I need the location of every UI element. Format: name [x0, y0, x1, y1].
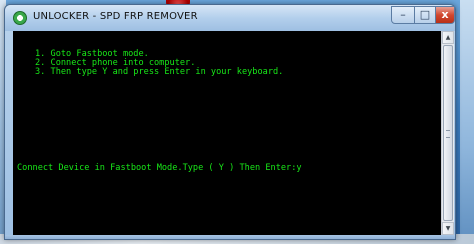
window-title: UNLOCKER - SPD FRP REMOVER [33, 11, 198, 22]
close-button[interactable]: x [435, 6, 455, 24]
scroll-up-arrow-icon[interactable]: ▲ [442, 31, 454, 44]
console-prompt-line: Connect Device in Fastboot Mode.Type ( Y… [17, 163, 302, 173]
console-window: UNLOCKER - SPD FRP REMOVER – □ x 1. Goto… [4, 4, 456, 240]
app-icon[interactable] [13, 11, 27, 25]
scrollbar-grip-icon [446, 130, 450, 138]
maximize-button[interactable]: □ [414, 6, 436, 24]
minimize-button[interactable]: – [391, 6, 415, 24]
desktop-right-edge [460, 0, 474, 244]
vertical-scrollbar[interactable]: ▲ ▼ [441, 31, 454, 235]
scrollbar-thumb[interactable] [443, 45, 453, 221]
title-bar[interactable]: UNLOCKER - SPD FRP REMOVER – □ x [5, 5, 455, 31]
console-output[interactable]: 1. Goto Fastboot mode. 2. Connect phone … [13, 31, 441, 235]
scroll-down-arrow-icon[interactable]: ▼ [442, 222, 454, 235]
console-line: 3. Then type Y and press Enter in your k… [35, 67, 284, 77]
window-bottom-border [5, 235, 455, 239]
